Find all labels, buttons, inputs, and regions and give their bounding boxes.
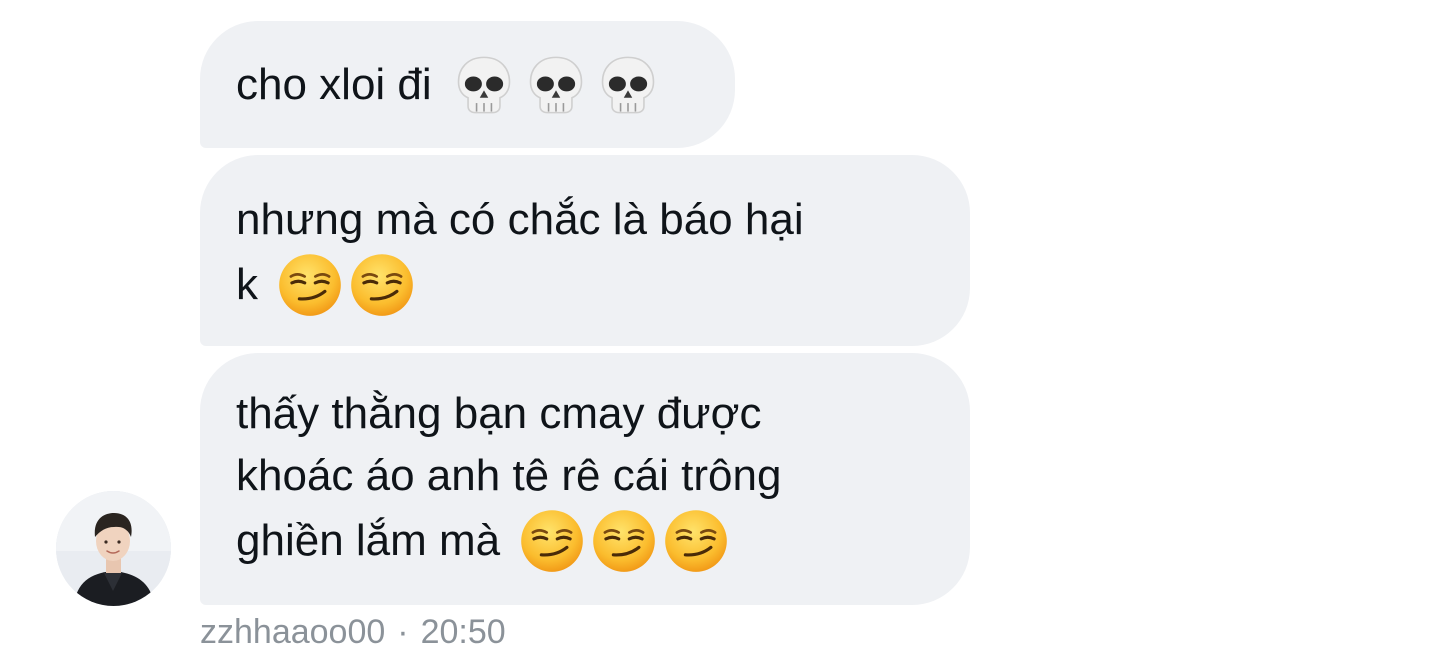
message-text-line: khoác áo anh tê rê cái trông — [236, 451, 782, 500]
smirk-icon — [348, 251, 416, 319]
message-text-line: k — [236, 259, 258, 309]
skull-icon — [522, 51, 590, 119]
skull-icon — [450, 51, 518, 119]
skull-icon — [594, 51, 662, 119]
smirk-icon — [662, 507, 730, 575]
message-bubble-2[interactable]: nhưng mà có chắc là báo hại k — [200, 155, 970, 346]
message-meta: zzhhaaoo00 · 20:50 — [200, 610, 506, 654]
meta-separator: · — [397, 613, 409, 651]
timestamp: 20:50 — [420, 613, 506, 651]
username[interactable]: zzhhaaoo00 — [200, 613, 385, 651]
message-text-line: ghiền lắm mà — [236, 516, 501, 565]
avatar-image — [56, 491, 171, 606]
message-bubble-1[interactable]: cho xloi đi — [200, 21, 735, 148]
message-bubble-3[interactable]: thấy thằng bạn cmay được khoác áo anh tê… — [200, 353, 970, 605]
message-text-line: thấy thằng bạn cmay được — [236, 389, 762, 438]
smirk-icon — [276, 251, 344, 319]
smirk-icon — [590, 507, 658, 575]
smirk-icon — [518, 507, 586, 575]
message-text-line: nhưng mà có chắc là báo hại — [236, 194, 804, 244]
message-text: cho xloi đi — [236, 59, 432, 109]
avatar[interactable] — [56, 491, 171, 606]
